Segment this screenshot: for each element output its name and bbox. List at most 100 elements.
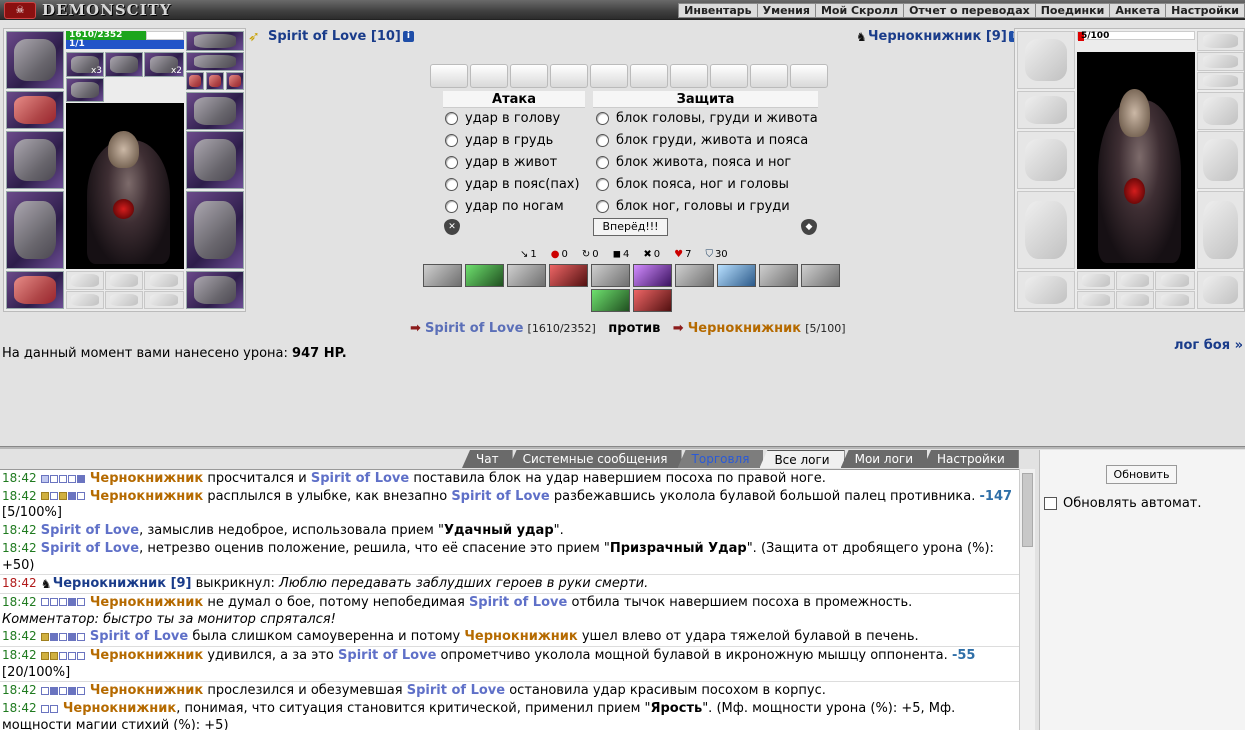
radio-button[interactable] — [596, 112, 609, 125]
log-character-name[interactable]: Spirit of Love — [41, 523, 139, 538]
radio-button[interactable] — [596, 134, 609, 147]
belt-item-1[interactable]: x3 — [66, 52, 104, 77]
radio-button[interactable] — [445, 200, 458, 213]
belt-slot[interactable] — [6, 271, 64, 309]
rune-slot-6[interactable] — [144, 291, 184, 309]
ring-slot-2[interactable] — [206, 72, 224, 90]
radio-button[interactable] — [445, 134, 458, 147]
scroll-slot[interactable] — [510, 64, 548, 88]
enemy-belt-slot[interactable] — [1017, 271, 1075, 309]
enemy-bracers-slot[interactable] — [1017, 91, 1075, 129]
skill-2[interactable] — [465, 264, 504, 287]
scroll-slot[interactable] — [670, 64, 708, 88]
enemy-rune-slot[interactable] — [1077, 291, 1115, 309]
defense-option-2[interactable]: блок груди, живота и пояса — [596, 130, 808, 152]
log-character-name[interactable]: Чернокнижник — [90, 595, 203, 610]
scroll-slot[interactable] — [710, 64, 748, 88]
skill-1[interactable] — [423, 264, 462, 287]
enemy-armor-slot[interactable] — [1017, 191, 1075, 269]
log-character-name[interactable]: Чернокнижник — [90, 471, 203, 486]
earring-slot[interactable] — [186, 31, 244, 51]
versus-player[interactable]: Spirit of Love — [425, 321, 523, 336]
radio-button[interactable] — [445, 156, 458, 169]
belt-item-3[interactable]: x2 — [144, 52, 184, 77]
menu-duels[interactable]: Поединки — [1034, 4, 1110, 17]
skill-9[interactable] — [759, 264, 798, 287]
belt-item-4[interactable] — [66, 78, 104, 102]
skill-5[interactable] — [591, 264, 630, 287]
defense-option-3[interactable]: блок живота, пояса и ног — [596, 152, 791, 174]
weapon-slot[interactable] — [6, 131, 64, 189]
log-character-name[interactable]: Spirit of Love — [407, 683, 505, 698]
tab-my-logs[interactable]: Мои логи — [840, 450, 928, 468]
enemy-weapon-slot[interactable] — [1017, 131, 1075, 189]
legs-slot[interactable] — [186, 191, 244, 269]
log-character-name[interactable]: Чернокнижник — [63, 701, 176, 716]
enemy-name[interactable]: ♞Чернокнижник [9]i — [856, 29, 1020, 44]
armor-slot[interactable] — [6, 191, 64, 269]
scroll-slot[interactable] — [630, 64, 668, 88]
scroll-slot[interactable] — [550, 64, 588, 88]
tab-all-logs[interactable]: Все логи — [759, 450, 845, 468]
enemy-rune-slot[interactable] — [1116, 291, 1154, 309]
menu-my-scroll[interactable]: Мой Скролл — [814, 4, 903, 17]
rune-slot-4[interactable] — [66, 291, 104, 309]
enemy-boots-slot[interactable] — [1197, 271, 1244, 309]
versus-enemy[interactable]: Чернокнижник — [688, 321, 801, 336]
enemy-rune-slot[interactable] — [1155, 291, 1195, 309]
log-character-name[interactable]: Spirit of Love — [90, 629, 188, 644]
scroll-slot[interactable] — [470, 64, 508, 88]
skill-11[interactable] — [591, 289, 630, 312]
rune-slot-2[interactable] — [105, 271, 143, 290]
skill-10[interactable] — [801, 264, 840, 287]
attack-option-chest[interactable]: удар в грудь — [445, 130, 553, 152]
skill-8[interactable] — [717, 264, 756, 287]
auto-refresh-option[interactable]: Обновлять автомат. — [1044, 496, 1202, 511]
info-icon[interactable]: i — [402, 31, 414, 42]
enemy-rune-slot[interactable] — [1116, 271, 1154, 290]
gloves-slot[interactable] — [186, 92, 244, 130]
tab-trade[interactable]: Торговля — [677, 450, 764, 468]
log-character-name[interactable]: Spirit of Love — [338, 648, 436, 663]
scrollbar-thumb[interactable] — [1022, 473, 1033, 547]
menu-transfer-report[interactable]: Отчет о переводах — [903, 4, 1035, 17]
helmet-slot[interactable] — [6, 31, 64, 89]
scroll-slot[interactable] — [750, 64, 788, 88]
log-character-name[interactable]: Чернокнижник [9] — [53, 576, 192, 591]
offhand-slot[interactable] — [186, 131, 244, 189]
bracers-slot[interactable] — [6, 91, 64, 129]
tab-chat[interactable]: Чат — [462, 450, 513, 468]
tab-system-messages[interactable]: Системные сообщения — [508, 450, 682, 468]
skill-6[interactable] — [633, 264, 672, 287]
forward-button[interactable]: Вперёд!!! — [593, 218, 668, 236]
log-scrollbar[interactable] — [1019, 469, 1035, 730]
defense-option-4[interactable]: блок пояса, ног и головы — [596, 174, 789, 196]
tab-settings[interactable]: Настройки — [923, 450, 1019, 468]
menu-skills[interactable]: Умения — [756, 4, 815, 17]
defense-option-5[interactable]: блок ног, головы и груди — [596, 196, 790, 218]
menu-profile[interactable]: Анкета — [1109, 4, 1165, 17]
ring-slot-1[interactable] — [186, 72, 204, 90]
menu-inventory[interactable]: Инвентарь — [679, 4, 756, 17]
skill-7[interactable] — [675, 264, 714, 287]
skill-3[interactable] — [507, 264, 546, 287]
rune-slot-3[interactable] — [144, 271, 184, 290]
attack-option-groin[interactable]: удар в пояс(пах) — [445, 174, 580, 196]
log-character-name[interactable]: Spirit of Love — [41, 541, 139, 556]
log-character-name[interactable]: Чернокнижник — [464, 629, 577, 644]
refresh-button[interactable]: Обновить — [1106, 465, 1177, 484]
radio-button[interactable] — [596, 200, 609, 213]
battle-log-link[interactable]: лог боя » — [1174, 338, 1243, 353]
defense-option-1[interactable]: блок головы, груди и живота — [596, 108, 818, 130]
attack-option-legs[interactable]: удар по ногам — [445, 196, 564, 218]
enemy-gloves-slot[interactable] — [1197, 92, 1244, 130]
menu-settings[interactable]: Настройки — [1165, 4, 1244, 17]
belt-item-2[interactable] — [105, 52, 143, 77]
shield-right-icon[interactable]: ◆ — [801, 219, 817, 235]
log-character-name[interactable]: Spirit of Love — [469, 595, 567, 610]
player-name[interactable]: ➶ Spirit of Love [10] i — [248, 29, 414, 44]
radio-button[interactable] — [445, 178, 458, 191]
frame-divider[interactable] — [0, 446, 1245, 449]
scroll-slot[interactable] — [790, 64, 828, 88]
log-character-name[interactable]: Чернокнижник — [90, 648, 203, 663]
